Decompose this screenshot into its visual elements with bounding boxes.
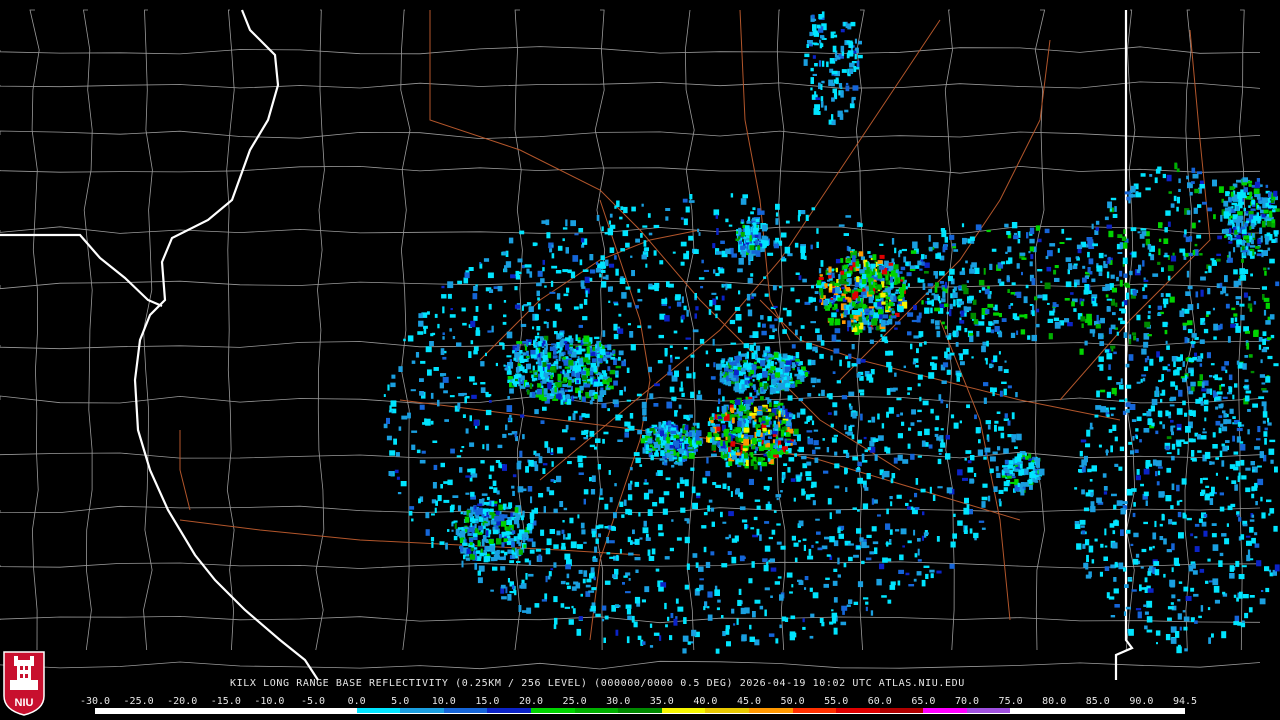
colorbar-segment (1141, 708, 1185, 713)
colorbar-label: 94.5 (1172, 696, 1198, 707)
colorbar-labels: -30.0 -25.0 -20.0 -15.0 -10.0 -5.0 0.0 5.0 10.0 1… (80, 696, 1197, 707)
colorbar-label: -10.0 (254, 696, 285, 707)
colorbar-segment (95, 708, 139, 713)
colorbar-label: 0.0 (347, 696, 366, 707)
colorbar-label: 20.0 (518, 696, 544, 707)
colorbar-segment (618, 708, 662, 713)
colorbar-segment (443, 708, 488, 713)
colorbar-label: 35.0 (649, 696, 674, 707)
colorbar-segment (312, 708, 357, 713)
colorbar-label: 15.0 (475, 696, 500, 707)
colorbar-label: 90.0 (1129, 696, 1154, 707)
colorbar-segment (1097, 708, 1142, 713)
colorbar-label: -20.0 (167, 696, 198, 707)
colorbar-label: 55.0 (824, 696, 849, 707)
colorbar-segment (400, 708, 444, 713)
colorbar-segment (792, 708, 837, 713)
niu-logo: NIU (3, 651, 45, 716)
colorbar-segment (356, 708, 401, 713)
colorbar-label: 85.0 (1085, 696, 1110, 707)
colorbar-segment (966, 708, 1011, 713)
colorbar-label: 40.0 (693, 696, 718, 707)
colorbar-segment (225, 708, 270, 713)
colorbar-segment (574, 708, 619, 713)
colorbar-label: 60.0 (867, 696, 892, 707)
logo-text: NIU (15, 697, 34, 709)
colorbar-segment (1010, 708, 1055, 713)
colorbar-label: 50.0 (780, 696, 805, 707)
colorbar-segment (487, 708, 531, 713)
radar-map (0, 0, 1280, 720)
reflectivity-colorbar: -30.0 -25.0 -20.0 -15.0 -10.0 -5.0 0.0 5.0 10.0 1… (80, 696, 1197, 717)
colorbar-label: 65.0 (911, 696, 936, 707)
colorbar-segment (138, 708, 183, 713)
colorbar-segment (879, 708, 924, 713)
colorbar-label: 10.0 (431, 696, 456, 707)
colorbar-segment (661, 708, 706, 713)
colorbar-label: -25.0 (123, 696, 154, 707)
colorbar-label: -5.0 (300, 696, 326, 707)
colorbar-strip (95, 708, 1185, 714)
colorbar-segment (530, 708, 575, 713)
colorbar-label: 75.0 (998, 696, 1023, 707)
colorbar-label: 30.0 (606, 696, 631, 707)
colorbar-segment (182, 708, 226, 713)
colorbar-segment (705, 708, 749, 713)
colorbar-label: 5.0 (391, 696, 410, 707)
colorbar-segment (1054, 708, 1098, 713)
product-caption: KILX LONG RANGE BASE REFLECTIVITY (0.25K… (230, 678, 965, 689)
colorbar-segment (269, 708, 313, 713)
colorbar-label: -15.0 (210, 696, 241, 707)
colorbar-label: 25.0 (562, 696, 587, 707)
colorbar-label: 45.0 (736, 696, 762, 707)
colorbar-label: 70.0 (954, 696, 980, 707)
colorbar-segment (923, 708, 967, 713)
colorbar-segment (836, 708, 880, 713)
colorbar-segment (748, 708, 793, 713)
colorbar-label: -30.0 (79, 696, 111, 707)
colorbar-label: 80.0 (1042, 696, 1067, 707)
